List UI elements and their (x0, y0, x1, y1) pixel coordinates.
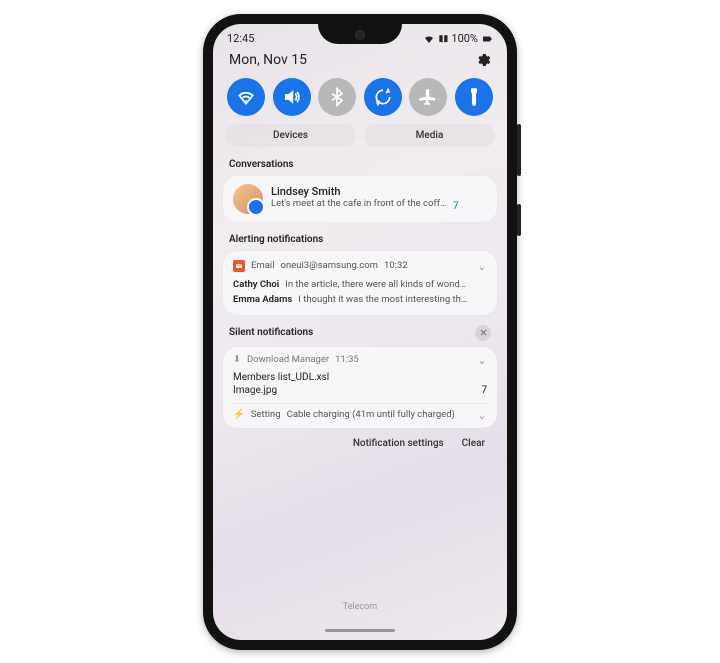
airplane-icon (418, 87, 438, 107)
power-button (517, 204, 521, 236)
download-item[interactable]: Members list_UDL.xsl (233, 371, 487, 384)
silent-notification-group: ⬇ Download Manager 11:35 ⌄ Members list_… (223, 347, 497, 428)
sound-icon (282, 87, 302, 107)
email-preview: In the article, there were all kinds of … (285, 279, 466, 290)
download-count: 7 (481, 385, 487, 396)
email-preview: I thought it was the most interesting th… (298, 294, 467, 305)
conversation-preview: Let's meet at the cafe in front of the c… (271, 198, 446, 209)
chevron-down-icon[interactable]: ⌄ (477, 408, 487, 422)
carrier-label: Telecom (213, 602, 507, 612)
chevron-down-icon[interactable]: ⌄ (477, 353, 487, 367)
clear-button[interactable]: Clear (462, 438, 485, 449)
email-sender: Emma Adams (233, 294, 292, 305)
quick-settings-row (213, 74, 507, 124)
charging-text: Cable charging (41m until fully charged) (287, 409, 455, 420)
mail-icon (233, 260, 245, 272)
rotate-toggle[interactable] (364, 78, 402, 116)
download-filename: Image.jpg (233, 385, 277, 396)
email-item[interactable]: Cathy Choi In the article, there were al… (233, 277, 487, 292)
silent-header: Silent notifications (229, 327, 313, 338)
setting-app-label: Setting (251, 409, 281, 420)
battery-pct: 100% (451, 32, 478, 45)
date-label: Mon, Nov 15 (229, 52, 307, 68)
phone-frame: 12:45 ▮▮ 100% Mon, Nov 15 Devices Media … (203, 14, 517, 650)
download-item[interactable]: Image.jpg 7 (233, 384, 487, 397)
wifi-icon (236, 87, 256, 107)
notification-settings-button[interactable]: Notification settings (353, 438, 444, 449)
download-time: 11:35 (335, 354, 359, 365)
download-icon: ⬇ (233, 354, 241, 365)
email-app-label: Email (251, 260, 275, 271)
volume-button (517, 124, 521, 176)
email-item[interactable]: Emma Adams I thought it was the most int… (233, 292, 487, 307)
chevron-down-icon[interactable]: ⌄ (477, 259, 487, 273)
conversation-name: Lindsey Smith (271, 185, 487, 198)
battery-icon (481, 33, 493, 45)
email-notification[interactable]: Email oneui3@samsung.com 10:32 ⌄ Cathy C… (223, 251, 497, 315)
conversation-notification[interactable]: Lindsey Smith Let's meet at the cafe in … (223, 176, 497, 222)
sound-toggle[interactable] (273, 78, 311, 116)
flashlight-icon (464, 87, 484, 107)
charging-notification[interactable]: ⚡ Setting Cable charging (41m until full… (233, 403, 487, 422)
devices-tab[interactable]: Devices (225, 124, 356, 147)
gesture-handle[interactable] (325, 629, 395, 632)
rotate-icon (373, 87, 393, 107)
screen: 12:45 ▮▮ 100% Mon, Nov 15 Devices Media … (213, 24, 507, 640)
settings-icon[interactable] (475, 52, 491, 68)
airplane-toggle[interactable] (409, 78, 447, 116)
conversations-header: Conversations (213, 155, 507, 174)
camera-notch (318, 24, 402, 44)
close-icon (479, 328, 488, 337)
signal-icon: ▮▮ (438, 34, 448, 44)
email-from: oneui3@samsung.com (281, 260, 378, 271)
flashlight-toggle[interactable] (455, 78, 493, 116)
download-filename: Members list_UDL.xsl (233, 372, 329, 383)
clock: 12:45 (227, 32, 254, 45)
download-manager-label: Download Manager (247, 354, 329, 365)
bolt-icon: ⚡ (233, 409, 245, 420)
media-tab[interactable]: Media (364, 124, 495, 147)
dismiss-silent-button[interactable] (475, 325, 491, 341)
alerting-header: Alerting notifications (213, 230, 507, 249)
wifi-toggle[interactable] (227, 78, 265, 116)
email-sender: Cathy Choi (233, 279, 279, 290)
avatar (233, 184, 263, 214)
bluetooth-toggle[interactable] (318, 78, 356, 116)
email-time: 10:32 (384, 260, 408, 271)
wifi-status-icon (423, 33, 435, 45)
conversation-count: 7 (449, 201, 459, 212)
bluetooth-icon (327, 87, 347, 107)
